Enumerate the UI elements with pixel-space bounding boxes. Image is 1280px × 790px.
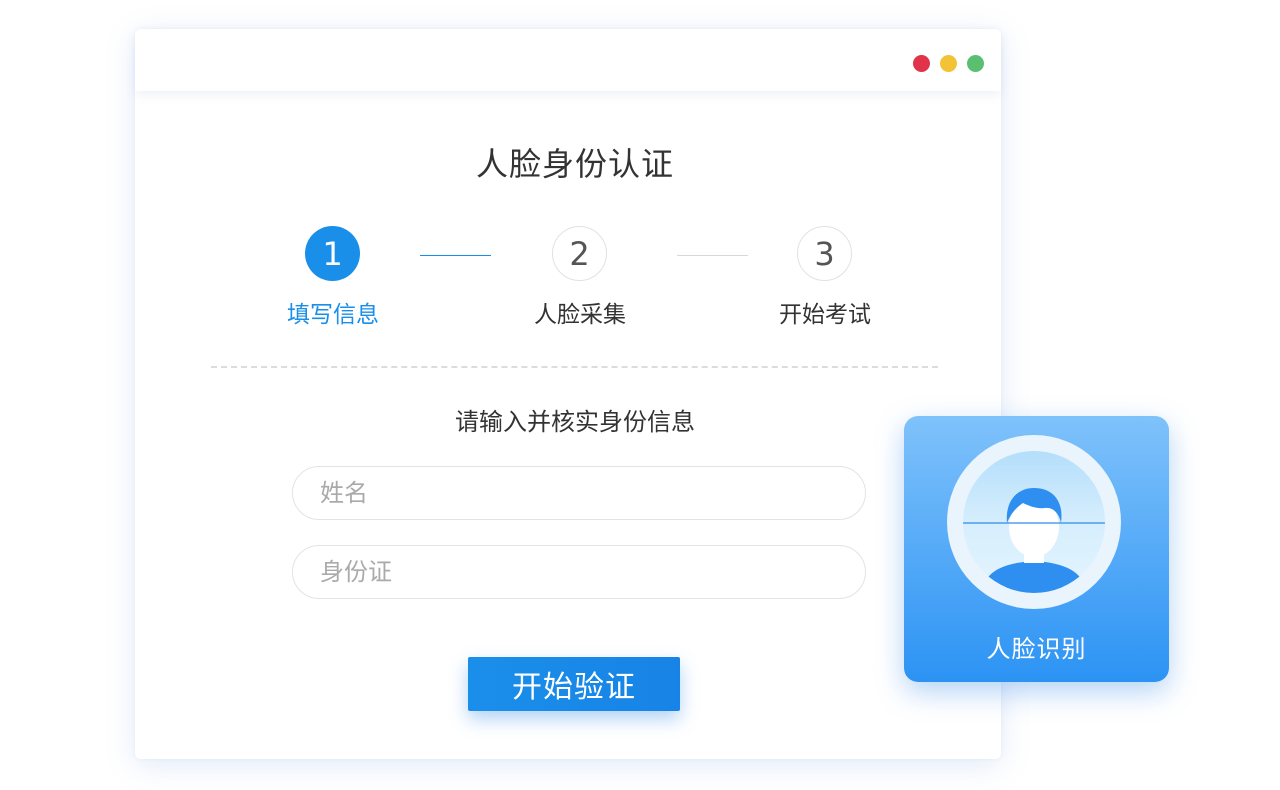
page-title: 人脸身份认证 bbox=[475, 145, 674, 183]
start-verify-button[interactable]: 开始验证 bbox=[468, 657, 680, 711]
close-dot-icon[interactable] bbox=[913, 55, 930, 72]
section-divider bbox=[211, 366, 938, 368]
auth-window: 人脸身份认证 1 2 3 填写信息 人脸采集 开始考试 请输入并核实身份信息 开… bbox=[135, 29, 1001, 759]
maximize-dot-icon[interactable] bbox=[967, 55, 984, 72]
step-3-circle: 3 bbox=[797, 226, 852, 281]
step-connector-1 bbox=[420, 255, 491, 256]
face-avatar-icon bbox=[963, 451, 1105, 593]
stage: 人脸身份认证 1 2 3 填写信息 人脸采集 开始考试 请输入并核实身份信息 开… bbox=[0, 0, 1280, 790]
step-1-label: 填写信息 bbox=[287, 302, 379, 328]
step-2-circle: 2 bbox=[552, 226, 607, 281]
face-card-label: 人脸识别 bbox=[986, 635, 1087, 663]
step-3-label: 开始考试 bbox=[779, 302, 871, 328]
form-prompt: 请输入并核实身份信息 bbox=[455, 408, 695, 436]
window-titlebar bbox=[135, 29, 1001, 91]
face-ring bbox=[947, 435, 1121, 609]
step-connector-2 bbox=[677, 255, 748, 256]
id-card-input[interactable] bbox=[292, 545, 866, 599]
minimize-dot-icon[interactable] bbox=[940, 55, 957, 72]
face-recognition-card[interactable]: 人脸识别 bbox=[904, 416, 1169, 682]
step-1-circle: 1 bbox=[305, 226, 360, 281]
name-input[interactable] bbox=[292, 466, 866, 520]
face-avatar-svg bbox=[963, 488, 1105, 593]
step-2-label: 人脸采集 bbox=[534, 302, 626, 328]
